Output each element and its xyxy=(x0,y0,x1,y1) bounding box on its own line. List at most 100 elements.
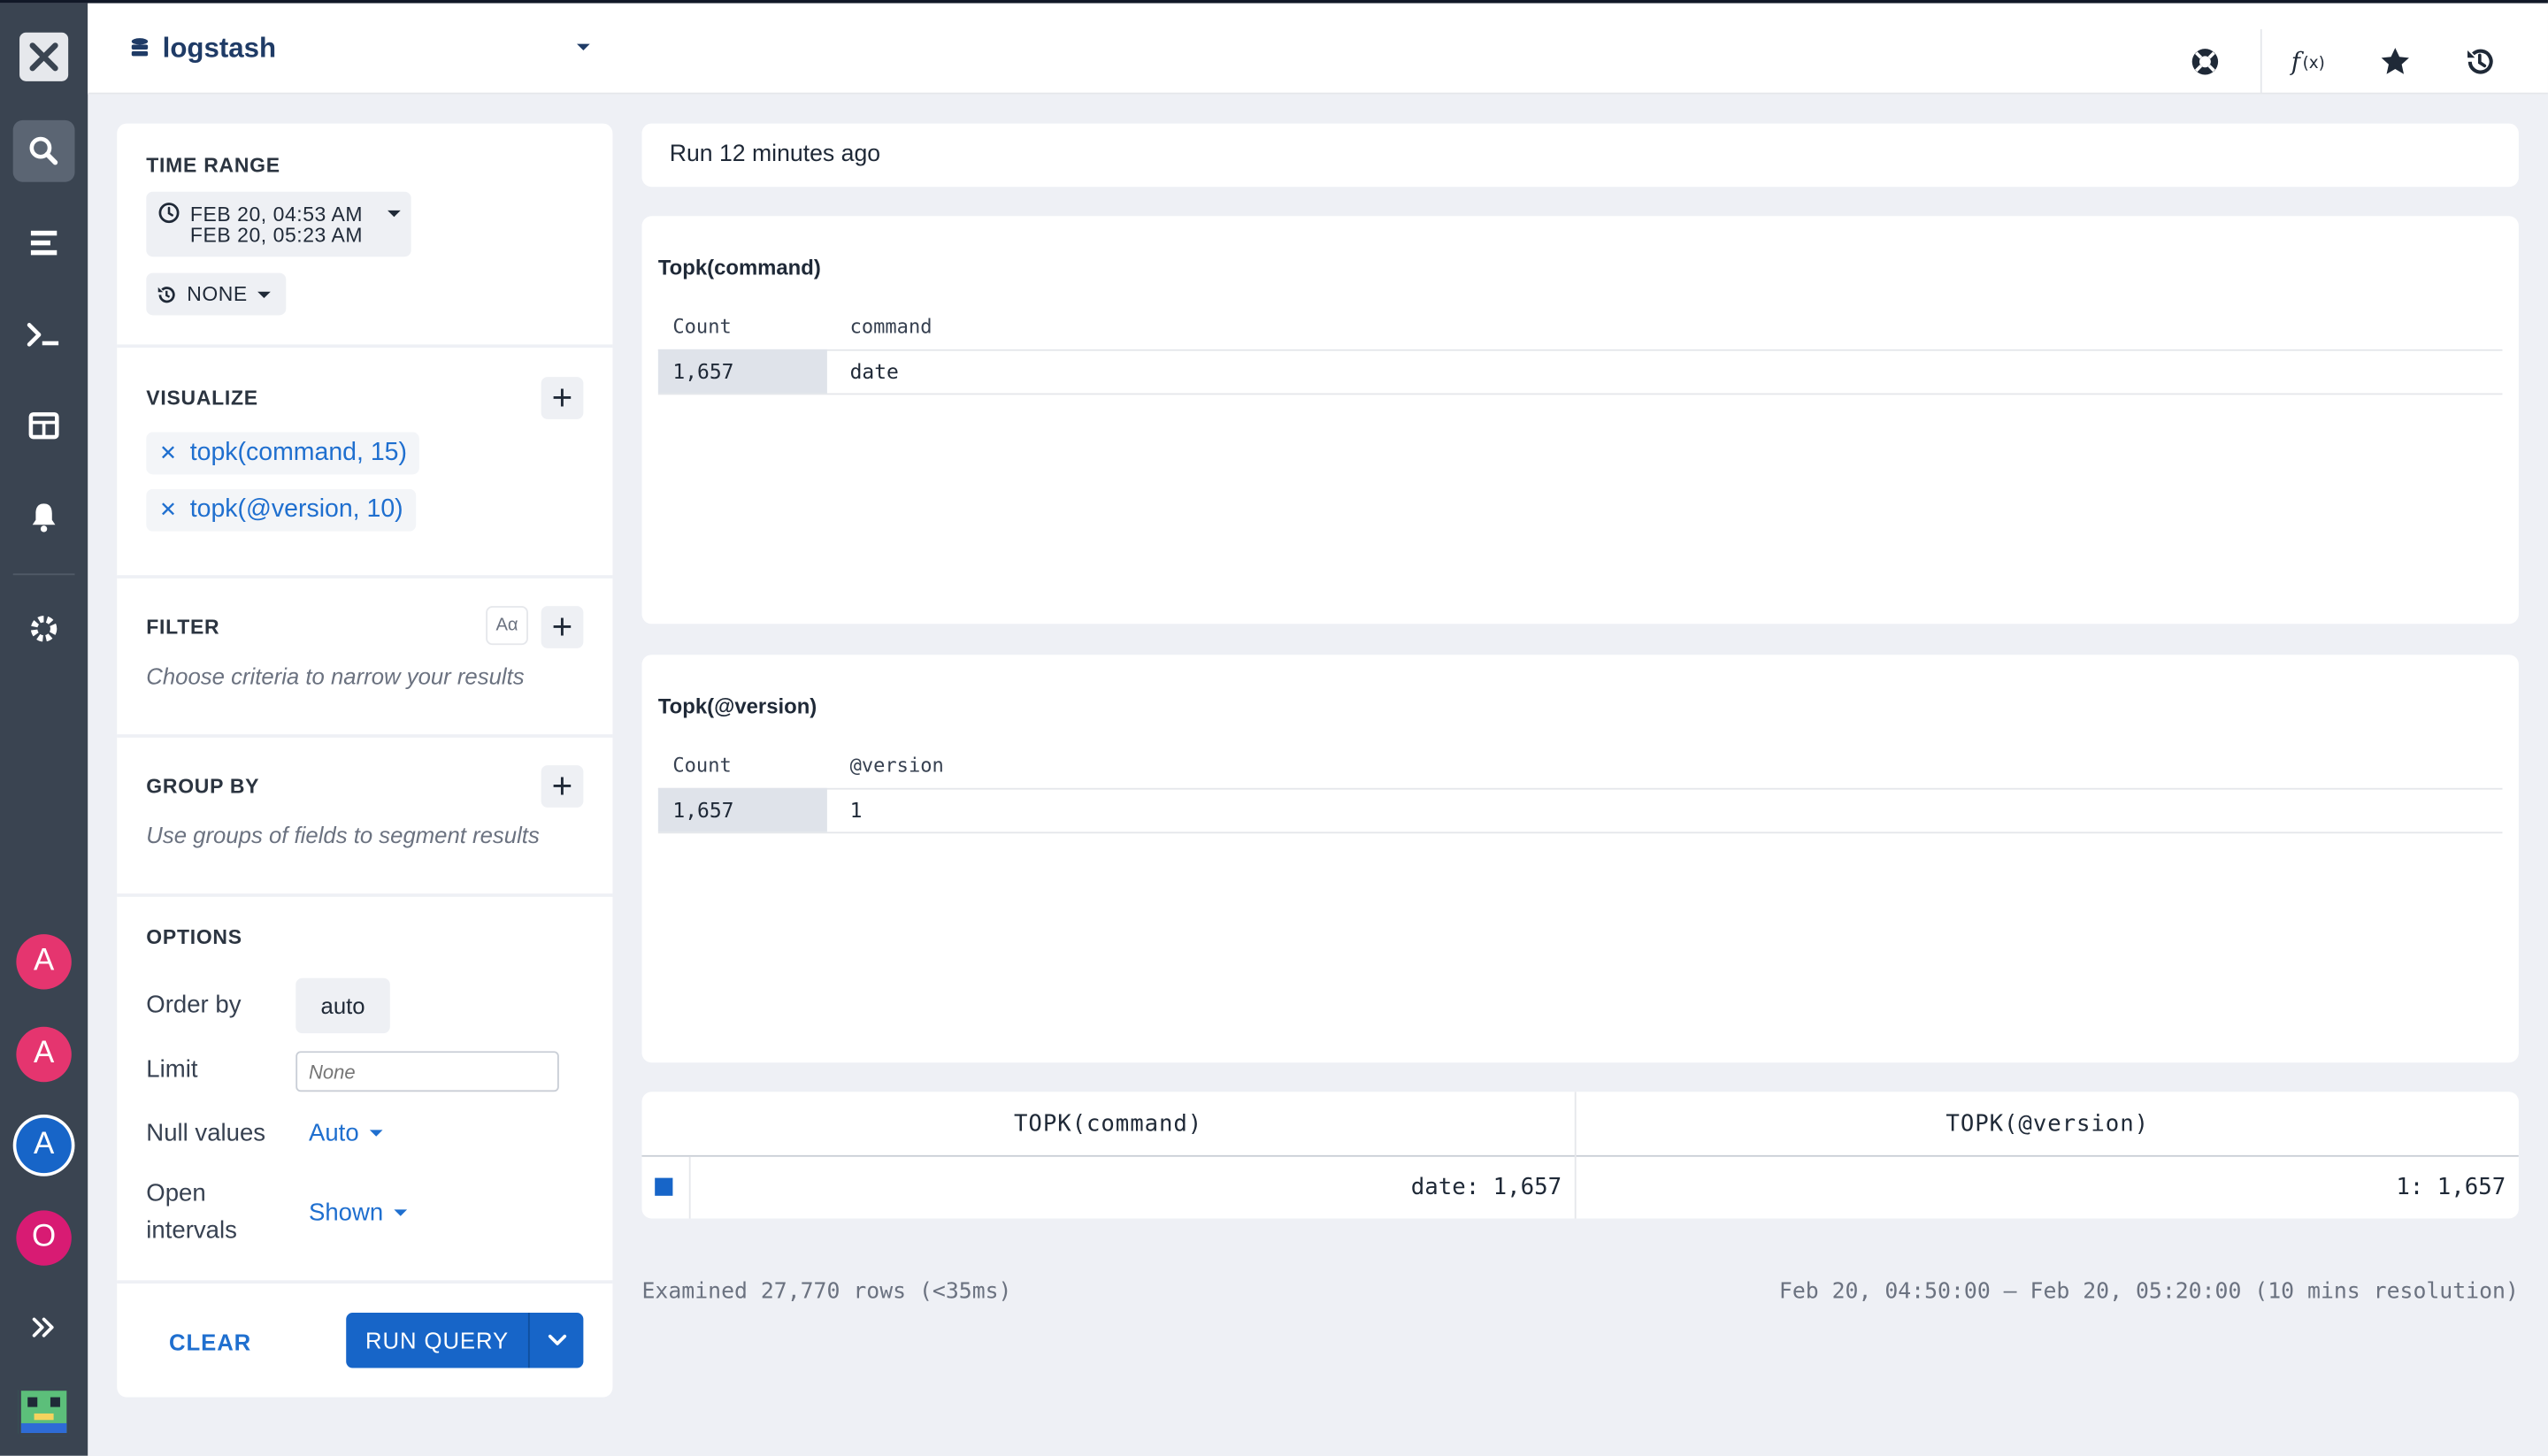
null-values-select[interactable]: Auto xyxy=(308,1119,383,1147)
mascot-pixel-icon[interactable] xyxy=(18,1387,70,1437)
clear-button[interactable]: CLEAR xyxy=(169,1329,251,1354)
alerts-bell-icon[interactable] xyxy=(13,486,75,548)
time-resolution-summary: Feb 20, 04:50:00 — Feb 20, 05:20:00 (10 … xyxy=(1778,1278,2519,1305)
examined-rows-summary: Examined 27,770 rows (<35ms) xyxy=(641,1278,1012,1305)
card-title: Topk(command) xyxy=(657,255,821,280)
limit-label: Limit xyxy=(146,1055,198,1084)
open-intervals-label: Open xyxy=(146,1179,206,1207)
expand-sidebar-icon[interactable] xyxy=(13,1297,75,1359)
case-sensitivity-toggle[interactable]: Aα xyxy=(486,606,528,646)
card-title: Topk(@version) xyxy=(657,694,817,718)
visualize-section: VISUALIZE + ✕ topk(command, 15) ✕ topk(@… xyxy=(117,348,613,579)
chevron-down-icon xyxy=(388,210,401,218)
null-values-label: Null values xyxy=(146,1119,266,1147)
datasets-list-icon[interactable] xyxy=(13,211,75,273)
series-color-swatch[interactable] xyxy=(655,1177,673,1196)
avatar-letter: A xyxy=(33,1036,55,1071)
svg-text:(x): (x) xyxy=(2303,54,2325,73)
open-intervals-select[interactable]: Shown xyxy=(308,1199,408,1227)
totals-header[interactable]: TOPK(command) xyxy=(641,1092,1574,1155)
null-values-value: Auto xyxy=(308,1119,359,1147)
derived-columns-function-icon[interactable]: f (x) xyxy=(2284,39,2337,84)
team-avatar[interactable]: A xyxy=(16,934,72,990)
add-group-by-button[interactable]: + xyxy=(541,765,584,808)
avatar-letter: O xyxy=(32,1220,57,1254)
dataset-chevron-down-icon[interactable] xyxy=(575,42,591,52)
count-cell: 1,657 xyxy=(657,787,827,832)
table-divider xyxy=(657,349,2503,351)
chevron-down-icon xyxy=(257,290,272,298)
avatar-letter: A xyxy=(33,944,55,978)
add-filter-button[interactable]: + xyxy=(541,606,584,648)
open-intervals-label-2: intervals xyxy=(146,1216,237,1245)
group-by-hint[interactable]: Use groups of fields to segment results xyxy=(146,822,540,847)
run-query-button[interactable]: RUN QUERY xyxy=(346,1313,584,1368)
totals-value: date: 1,657 xyxy=(1410,1174,1562,1201)
column-header-count: Count xyxy=(672,754,732,777)
open-intervals-value: Shown xyxy=(308,1199,384,1227)
totals-table: TOPK(command) TOPK(@version) date: 1,657… xyxy=(641,1092,2519,1219)
dataset-name: logstash xyxy=(162,32,277,64)
result-card-topk-version: Topk(@version) Count @version 1,657 1 xyxy=(641,655,2519,1063)
terminal-icon[interactable] xyxy=(13,303,75,365)
visualize-clause-text: topk(@version, 10) xyxy=(189,495,403,524)
totals-header[interactable]: TOPK(@version) xyxy=(1577,1092,2519,1155)
remove-clause-icon[interactable]: ✕ xyxy=(159,441,177,466)
count-cell: 1,657 xyxy=(657,349,827,394)
table-divider xyxy=(657,393,2503,395)
visualize-clause[interactable]: ✕ topk(@version, 10) xyxy=(146,488,417,532)
filter-hint[interactable]: Choose criteria to narrow your results xyxy=(146,663,524,688)
header-actions: f (x) xyxy=(2179,29,2506,95)
user-avatar[interactable]: O xyxy=(16,1210,72,1266)
value-cell: 1 xyxy=(849,797,863,823)
time-range-start: FEB 20, 04:53 AM xyxy=(189,203,364,226)
honeycomb-logo-icon[interactable] xyxy=(19,32,69,81)
section-title: FILTER xyxy=(146,616,220,639)
settings-gear-icon[interactable] xyxy=(13,598,75,660)
order-by-select[interactable]: auto xyxy=(295,977,390,1034)
time-range-end: FEB 20, 05:23 AM xyxy=(189,224,364,248)
table-divider xyxy=(657,787,2503,790)
chevron-down-icon xyxy=(394,1209,407,1216)
clock-icon xyxy=(158,203,180,224)
top-header: logstash f (x) xyxy=(88,3,2548,95)
result-card-topk-command: Topk(command) Count command 1,657 date xyxy=(641,216,2519,625)
help-lifebuoy-icon[interactable] xyxy=(2179,39,2231,84)
star-icon[interactable] xyxy=(2369,39,2421,84)
table-divider xyxy=(657,831,2503,834)
section-title: OPTIONS xyxy=(146,925,242,949)
column-header-field: command xyxy=(849,315,932,339)
visualize-clause-text: topk(command, 15) xyxy=(189,438,407,467)
section-title: VISUALIZE xyxy=(146,387,258,410)
query-builder-panel: TIME RANGE FEB 20, 04:53 AM FEB 20, 05:2… xyxy=(117,123,613,1398)
value-cell: date xyxy=(849,358,899,384)
visualize-clause[interactable]: ✕ topk(command, 15) xyxy=(146,432,420,475)
compare-time-picker[interactable]: NONE xyxy=(146,272,287,316)
time-range-section: TIME RANGE FEB 20, 04:53 AM FEB 20, 05:2… xyxy=(117,124,613,349)
column-header-count: Count xyxy=(672,315,732,339)
add-visualize-button[interactable]: + xyxy=(541,377,584,419)
run-query-label: RUN QUERY xyxy=(365,1327,510,1353)
run-status-bar: Run 12 minutes ago xyxy=(641,123,2519,188)
time-range-picker[interactable]: FEB 20, 04:53 AM FEB 20, 05:23 AM xyxy=(146,191,411,257)
section-title: TIME RANGE xyxy=(146,154,280,178)
header-divider xyxy=(2260,29,2262,95)
limit-input[interactable] xyxy=(295,1051,559,1092)
environment-avatar[interactable]: A xyxy=(16,1117,72,1174)
app-root: A A A O logstash f (x) TIME RANGE FEB 20… xyxy=(0,0,2548,1456)
history-icon xyxy=(157,286,175,303)
remove-clause-icon[interactable]: ✕ xyxy=(159,497,177,523)
query-history-icon[interactable] xyxy=(2453,39,2506,84)
column-header-field: @version xyxy=(849,754,944,777)
query-search-icon[interactable] xyxy=(12,119,75,182)
team-avatar[interactable]: A xyxy=(16,1026,72,1083)
rail-divider xyxy=(12,573,75,576)
filter-section: FILTER Aα + Choose criteria to narrow yo… xyxy=(117,579,613,738)
dataset-selector[interactable]: logstash xyxy=(130,33,276,65)
compare-value: NONE xyxy=(187,282,248,306)
boards-icon[interactable] xyxy=(13,395,75,456)
run-options-chevron-icon[interactable] xyxy=(530,1334,584,1347)
totals-value: 1: 1,657 xyxy=(2396,1174,2506,1201)
left-nav-rail: A A A O xyxy=(0,3,88,1456)
group-by-section: GROUP BY + Use groups of fields to segme… xyxy=(117,738,613,897)
